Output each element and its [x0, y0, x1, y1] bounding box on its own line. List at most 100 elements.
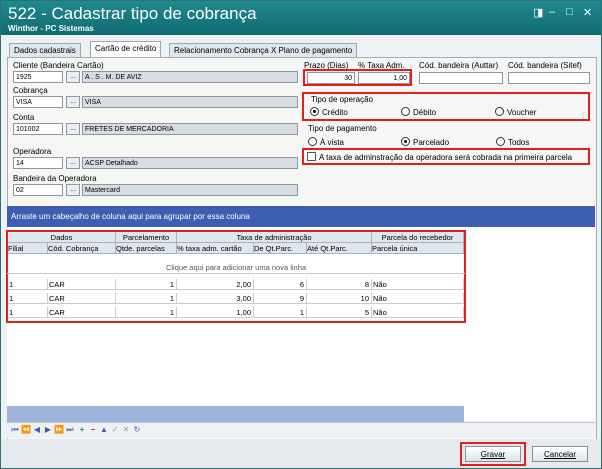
radio-selected-icon	[401, 137, 410, 146]
cell-qtde-parcelas[interactable]: 1	[116, 307, 177, 318]
cliente-code-field[interactable]: 1925	[13, 71, 63, 83]
tipo-pagamento-label: Tipo de pagamento	[308, 124, 377, 133]
operadora-browse-button[interactable]: ...	[66, 157, 80, 169]
cell-taxa-adm[interactable]: 2,00	[177, 279, 254, 290]
band-header-dados[interactable]: Dados	[8, 232, 116, 243]
band-header-parcela-recebedor[interactable]: Parcela do recebedor	[372, 232, 464, 243]
col-header-taxa-adm[interactable]: % taxa adm. cartão	[177, 243, 254, 254]
conta-label: Conta	[13, 113, 35, 122]
cobranca-label: Cobrança	[13, 86, 48, 95]
cell-filial[interactable]: 1	[8, 279, 48, 290]
first-page-icon[interactable]: ⏮	[10, 425, 20, 435]
cell-de-qt-parc[interactable]: 1	[254, 307, 307, 318]
radio-a-vista-label: À vista	[320, 138, 345, 147]
add-record-icon[interactable]: +	[77, 425, 87, 435]
prazo-field[interactable]: 30	[307, 72, 355, 84]
last-page-icon[interactable]: ⏭	[65, 425, 75, 435]
cell-cod-cobranca[interactable]: CAR	[48, 293, 116, 304]
main-window: 522 - Cadastrar tipo de cobrança Winthor…	[0, 0, 602, 469]
radio-todos-label: Todos	[508, 138, 530, 147]
radio-parcelado[interactable]: Parcelado	[401, 137, 449, 147]
cliente-name-field: A . S . M. DE AVIZ	[82, 71, 298, 83]
next-page-icon[interactable]: ⏩	[54, 425, 64, 435]
radio-empty-icon	[496, 137, 505, 146]
auttar-field[interactable]	[419, 72, 503, 84]
cell-taxa-adm[interactable]: 1,00	[177, 307, 254, 318]
radio-credito[interactable]: Crédito	[310, 107, 348, 117]
radio-voucher[interactable]: Voucher	[495, 107, 536, 117]
cell-de-qt-parc[interactable]: 9	[254, 293, 307, 304]
radio-credito-label: Crédito	[322, 108, 348, 117]
radio-todos[interactable]: Todos	[496, 137, 529, 147]
col-header-de-qt-parc[interactable]: De Qt.Parc.	[254, 243, 307, 254]
restore-icon[interactable]: ◨	[533, 6, 543, 19]
cell-ate-qt-parc[interactable]: 5	[307, 307, 372, 318]
post-record-icon[interactable]: ✓	[110, 425, 120, 435]
col-header-cod-cobranca[interactable]: Cód. Cobrança	[48, 243, 116, 254]
cell-filial[interactable]: 1	[8, 307, 48, 318]
cobranca-code-field[interactable]: VISA	[13, 96, 63, 108]
button-bar: Gravar Cancelar	[1, 439, 601, 468]
radio-empty-icon	[401, 107, 410, 116]
edit-record-icon[interactable]: ▲	[99, 425, 109, 435]
next-record-icon[interactable]: ▶	[43, 425, 53, 435]
conta-code-field[interactable]: 101002	[13, 123, 63, 135]
save-button[interactable]: Gravar	[465, 446, 521, 462]
cell-de-qt-parc[interactable]: 6	[254, 279, 307, 290]
sitef-field[interactable]	[508, 72, 590, 84]
cobranca-browse-button[interactable]: ...	[66, 96, 80, 108]
col-header-qtde-parcelas[interactable]: Qtde. parcelas	[116, 243, 177, 254]
cell-cod-cobranca[interactable]: CAR	[48, 307, 116, 318]
col-header-parcela-unica[interactable]: Parcela única	[372, 243, 464, 254]
cobranca-name-field: VISA	[82, 96, 298, 108]
delete-record-icon[interactable]: −	[88, 425, 98, 435]
conta-browse-button[interactable]: ...	[66, 123, 80, 135]
radio-parcelado-label: Parcelado	[413, 138, 450, 147]
cell-taxa-adm[interactable]: 3,00	[177, 293, 254, 304]
group-by-bar[interactable]: Arraste um cabeçalho de coluna aqui para…	[7, 206, 595, 227]
cell-ate-qt-parc[interactable]: 8	[307, 279, 372, 290]
radio-selected-icon	[310, 107, 319, 116]
bandeira-name-field: Mastercard	[82, 184, 298, 196]
cancel-button[interactable]: Cancelar	[532, 446, 588, 462]
operadora-name-field: ACSP Detalhado	[82, 157, 298, 169]
taxa-field[interactable]: 1,00	[358, 72, 410, 84]
tab-dados-cadastrais[interactable]: Dados cadastrais	[9, 43, 81, 57]
minimize-button[interactable]: –	[549, 6, 555, 18]
cell-parcela-unica[interactable]: Não	[372, 307, 464, 318]
window-title: 522 - Cadastrar tipo de cobrança	[8, 4, 257, 23]
prev-record-icon[interactable]: ◀	[32, 425, 42, 435]
radio-empty-icon	[308, 137, 317, 146]
new-row-hint[interactable]: Clique aqui para adicionar uma nova linh…	[7, 263, 465, 274]
band-header-taxa[interactable]: Taxa de administração	[177, 232, 372, 243]
cell-ate-qt-parc[interactable]: 10	[307, 293, 372, 304]
radio-a-vista[interactable]: À vista	[308, 137, 344, 147]
cliente-browse-button[interactable]: ...	[66, 71, 80, 83]
prev-page-icon[interactable]: ⏪	[21, 425, 31, 435]
bandeira-browse-button[interactable]: ...	[66, 184, 80, 196]
refresh-icon[interactable]: ↻	[132, 425, 142, 435]
title-bar: 522 - Cadastrar tipo de cobrança Winthor…	[1, 1, 601, 35]
maximize-button[interactable]: □	[566, 6, 573, 18]
radio-voucher-label: Voucher	[507, 108, 537, 117]
close-button[interactable]: ✕	[583, 6, 592, 19]
tab-cartao-credito[interactable]: Cartão de crédito	[90, 41, 162, 58]
bandeira-code-field[interactable]: 02	[13, 184, 63, 196]
cell-filial[interactable]: 1	[8, 293, 48, 304]
radio-debito[interactable]: Débito	[401, 107, 436, 117]
col-header-ate-qt-parc[interactable]: Até Qt.Parc.	[307, 243, 372, 254]
cancel-record-icon[interactable]: ✕	[121, 425, 131, 435]
grid-footer-band	[7, 406, 464, 422]
cell-parcela-unica[interactable]: Não	[372, 293, 464, 304]
cliente-label: Cliente (Bandeira Cartão)	[13, 61, 104, 70]
band-header-parcelamento[interactable]: Parcelamento	[116, 232, 177, 243]
cell-qtde-parcelas[interactable]: 1	[116, 279, 177, 290]
cell-parcela-unica[interactable]: Não	[372, 279, 464, 290]
col-header-filial[interactable]: Filial	[8, 243, 48, 254]
tab-relacionamento[interactable]: Relacionamento Cobrança X Plano de pagam…	[169, 43, 358, 57]
operadora-code-field[interactable]: 14	[13, 157, 63, 169]
sitef-label: Cód. bandeira (Sitef)	[508, 61, 582, 70]
cell-qtde-parcelas[interactable]: 1	[116, 293, 177, 304]
taxa-primeira-parcela-checkbox[interactable]: A taxa de adminstração da operadora será…	[307, 152, 572, 162]
cell-cod-cobranca[interactable]: CAR	[48, 279, 116, 290]
